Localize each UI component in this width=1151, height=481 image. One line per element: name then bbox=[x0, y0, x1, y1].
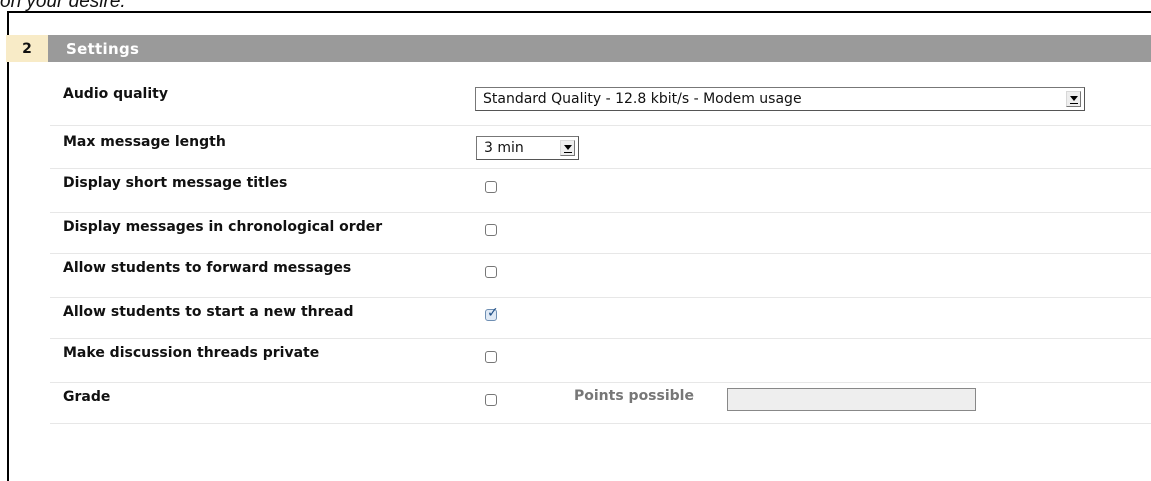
start-thread-checkbox[interactable]: ✓ bbox=[485, 305, 499, 321]
audio-quality-selected-value: Standard Quality - 12.8 kbit/s - Modem u… bbox=[483, 91, 802, 107]
grade-checkbox[interactable] bbox=[485, 394, 497, 406]
checkmark-icon: ✓ bbox=[487, 305, 499, 321]
settings-row-audio-quality: Audio quality Standard Quality - 12.8 kb… bbox=[50, 82, 1151, 126]
settings-row-start-thread: Allow students to start a new thread ✓ bbox=[50, 298, 1151, 339]
points-possible-input[interactable] bbox=[727, 388, 976, 411]
settings-row-grade: Grade Points possible bbox=[50, 383, 1151, 424]
section-number: 2 bbox=[6, 35, 48, 62]
settings-list: Audio quality Standard Quality - 12.8 kb… bbox=[50, 82, 1151, 424]
forward-messages-checkbox[interactable] bbox=[485, 266, 497, 278]
section-header: 2 Settings bbox=[6, 35, 1151, 62]
start-thread-label: Allow students to start a new thread bbox=[63, 304, 354, 320]
settings-row-display-short-titles: Display short message titles bbox=[50, 169, 1151, 213]
settings-row-forward-messages: Allow students to forward messages bbox=[50, 254, 1151, 298]
max-message-length-label: Max message length bbox=[63, 134, 226, 150]
grade-label: Grade bbox=[63, 389, 111, 405]
chronological-order-label: Display messages in chronological order bbox=[63, 219, 383, 235]
section-title-bar: Settings bbox=[48, 35, 1151, 62]
chevron-down-icon[interactable] bbox=[560, 140, 575, 156]
max-message-length-selected-value: 3 min bbox=[484, 140, 524, 156]
settings-row-max-message-length: Max message length 3 min bbox=[50, 126, 1151, 169]
audio-quality-label: Audio quality bbox=[63, 86, 168, 102]
section-title: Settings bbox=[66, 39, 140, 58]
chevron-down-icon[interactable] bbox=[1066, 91, 1081, 107]
private-threads-label: Make discussion threads private bbox=[63, 345, 320, 361]
forward-messages-label: Allow students to forward messages bbox=[63, 260, 352, 276]
display-short-titles-checkbox[interactable] bbox=[485, 181, 497, 193]
points-possible-label: Points possible bbox=[574, 388, 694, 404]
max-message-length-select[interactable]: 3 min bbox=[476, 136, 579, 160]
chronological-order-checkbox[interactable] bbox=[485, 224, 497, 236]
display-short-titles-label: Display short message titles bbox=[63, 175, 288, 191]
settings-row-private-threads: Make discussion threads private bbox=[50, 339, 1151, 383]
audio-quality-select[interactable]: Standard Quality - 12.8 kbit/s - Modem u… bbox=[475, 87, 1085, 111]
private-threads-checkbox[interactable] bbox=[485, 351, 497, 363]
settings-row-chronological-order: Display messages in chronological order bbox=[50, 213, 1151, 254]
